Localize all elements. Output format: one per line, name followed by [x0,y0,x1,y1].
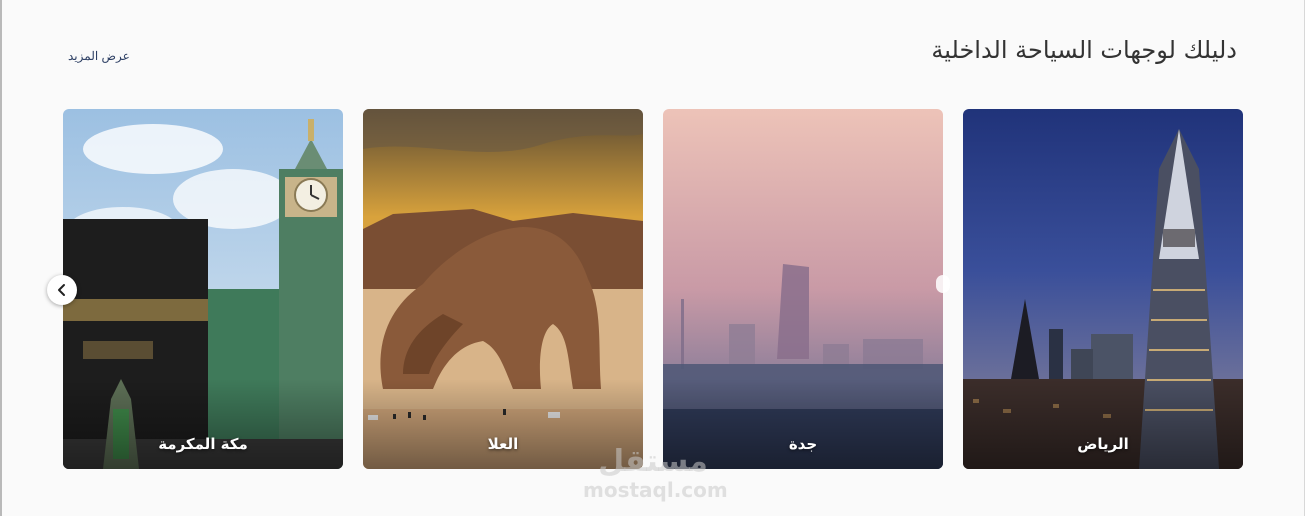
caption-shade [963,379,1243,469]
destination-card-jeddah[interactable]: جدة [663,109,943,469]
caption-shade [63,379,343,469]
watermark-latin: mostaql.com [583,478,728,502]
carousel-prev-button[interactable] [47,275,77,305]
caption-shade [363,379,643,469]
chevron-left-icon [58,284,65,296]
destination-card-makkah[interactable]: مكة المكرمة [63,109,343,469]
page-left-border [0,0,2,516]
card-title: الرياض [1077,435,1129,453]
see-more-link[interactable]: عرض المزيد [68,49,130,63]
section-title: دليلك لوجهات السياحة الداخلية [931,36,1237,64]
carousel-next-indicator[interactable] [936,275,950,293]
card-title: جدة [788,435,818,453]
destination-card-riyadh[interactable]: الرياض [963,109,1243,469]
card-title: العلا [487,435,519,453]
card-title: مكة المكرمة [158,435,248,453]
caption-shade [663,379,943,469]
destination-card-alula[interactable]: العلا [363,109,643,469]
